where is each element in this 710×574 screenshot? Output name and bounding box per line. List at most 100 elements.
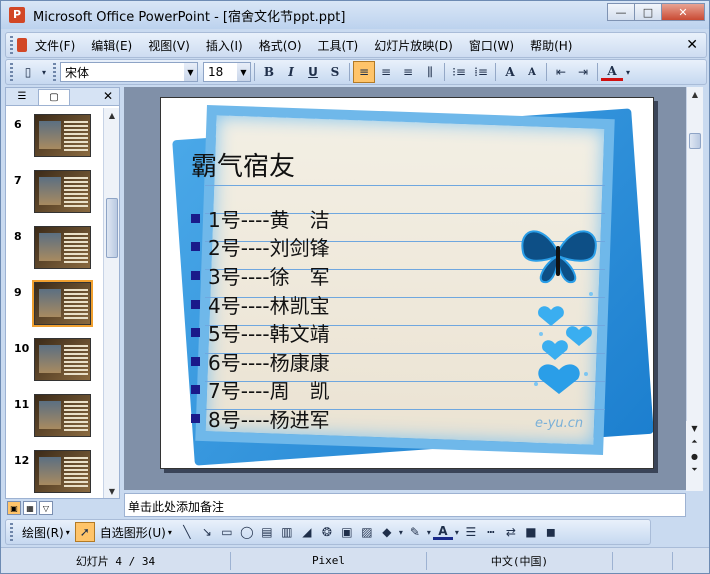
align-left-icon[interactable]: ≡ [353, 61, 375, 83]
slideshow-icon[interactable]: ▽ [39, 501, 53, 515]
autoshapes-button[interactable]: 自选图形(U) ▾ [95, 524, 177, 541]
select-browse-object-icon[interactable]: ● [686, 449, 703, 463]
oval-icon[interactable]: ◯ [237, 522, 257, 542]
document-icon[interactable] [17, 38, 27, 52]
chevron-down-icon[interactable]: ▾ [397, 522, 405, 542]
bullets-icon[interactable]: ⁞≡ [470, 61, 492, 83]
menu-tools[interactable]: 工具(T) [310, 37, 367, 54]
slide-thumbnail[interactable] [34, 114, 91, 157]
shrink-font-button[interactable]: A [521, 61, 543, 83]
thumbnail-item[interactable]: 11 [6, 394, 103, 444]
menu-edit[interactable]: 编辑(E) [83, 37, 140, 54]
align-right-icon[interactable]: ≡ [397, 61, 419, 83]
restore-button[interactable]: □ [634, 3, 662, 21]
notes-pane[interactable]: 单击此处添加备注 [124, 493, 686, 517]
arrow-style-icon[interactable]: ⇄ [501, 522, 521, 542]
new-file-icon[interactable]: ▯ [17, 61, 39, 83]
toolbar-grip[interactable] [10, 63, 13, 81]
tab-outline[interactable]: ☰ [6, 89, 38, 105]
line-icon[interactable]: ╲ [177, 522, 197, 542]
thumbnail-item[interactable]: 6 [6, 114, 103, 164]
menu-insert[interactable]: 插入(I) [198, 37, 251, 54]
slide-title[interactable]: 霸气宿友 [191, 146, 295, 183]
close-button[interactable]: ✕ [661, 3, 705, 21]
shadow-button[interactable]: S [324, 61, 346, 83]
normal-view-icon[interactable]: ▣ [7, 501, 21, 515]
chevron-down-icon[interactable]: ▾ [453, 522, 461, 542]
slide[interactable]: 霸气宿友 1号----黄 洁 2号----刘剑锋 3号----徐 军 4号---… [160, 97, 654, 469]
thumbnail-item[interactable]: 9 [6, 280, 103, 332]
align-center-icon[interactable]: ≡ [375, 61, 397, 83]
numbering-icon[interactable]: ⁝≡ [448, 61, 470, 83]
wordart-icon[interactable]: ◢ [297, 522, 317, 542]
font-name-combo[interactable]: 宋体 ▼ [60, 62, 198, 82]
fill-color-icon[interactable]: ◆ [377, 522, 397, 542]
dash-style-icon[interactable]: ┅ [481, 522, 501, 542]
slide-thumbnail[interactable] [34, 226, 91, 269]
close-icon[interactable]: ✕ [103, 89, 113, 103]
previous-slide-icon[interactable]: ⏶ [686, 435, 703, 449]
next-slide-icon[interactable]: ⏷ [686, 463, 703, 477]
line-color-icon[interactable]: ✎ [405, 522, 425, 542]
scroll-down-icon[interactable]: ▼ [686, 421, 703, 435]
bullet-list[interactable]: 1号----黄 洁 2号----刘剑锋 3号----徐 军 4号----林凯宝 … [191, 204, 330, 433]
select-objects-icon[interactable]: ➚ [74, 522, 95, 542]
menu-format[interactable]: 格式(O) [251, 37, 310, 54]
thumbnail-item[interactable]: 10 [6, 338, 103, 388]
grow-font-button[interactable]: A [499, 61, 521, 83]
scroll-down-icon[interactable]: ▼ [104, 484, 120, 498]
menu-window[interactable]: 窗口(W) [461, 37, 522, 54]
slide-thumbnail-selected[interactable] [32, 280, 93, 327]
slide-thumbnail[interactable] [34, 394, 91, 437]
picture-icon[interactable]: ▨ [357, 522, 377, 542]
slide-thumbnail[interactable] [34, 338, 91, 381]
menu-view[interactable]: 视图(V) [140, 37, 198, 54]
underline-button[interactable]: U [302, 61, 324, 83]
powerpoint-icon[interactable] [9, 7, 25, 23]
tab-slides[interactable]: ▢ [38, 88, 70, 105]
font-color-icon[interactable]: A [432, 524, 453, 540]
draw-menu-button[interactable]: 绘图(R) ▾ [17, 524, 75, 541]
slide-sorter-icon[interactable]: ▦ [23, 501, 37, 515]
minimize-button[interactable]: — [607, 3, 635, 21]
font-color-button[interactable]: A [601, 63, 623, 81]
vertical-textbox-icon[interactable]: ▥ [277, 522, 297, 542]
scroll-up-icon[interactable]: ▲ [104, 108, 120, 122]
chevron-down-icon[interactable]: ▼ [184, 63, 197, 81]
toolbar-grip[interactable] [10, 523, 13, 541]
diagram-icon[interactable]: ❂ [317, 522, 337, 542]
toolbar-grip-2[interactable] [53, 63, 56, 81]
slide-thumbnail[interactable] [34, 450, 91, 493]
scrollbar-thumb[interactable] [106, 198, 118, 258]
italic-button[interactable]: I [280, 61, 302, 83]
clipart-icon[interactable]: ▣ [337, 522, 357, 542]
font-size-combo[interactable]: 18 ▼ [203, 62, 251, 82]
thumbnail-item[interactable]: 7 [6, 170, 103, 220]
toolbar-options-icon[interactable]: ▾ [39, 61, 49, 83]
rectangle-icon[interactable]: ▭ [217, 522, 237, 542]
chevron-down-icon[interactable]: ▼ [237, 63, 250, 81]
decrease-indent-icon[interactable]: ⇤ [550, 61, 572, 83]
menu-help[interactable]: 帮助(H) [522, 37, 580, 54]
scroll-up-icon[interactable]: ▲ [687, 87, 703, 101]
thumbnail-scrollbar[interactable]: ▲ ▼ [103, 108, 119, 498]
thumbnail-item[interactable]: 8 [6, 226, 103, 276]
menu-slideshow[interactable]: 幻灯片放映(D) [366, 37, 461, 54]
scrollbar-thumb[interactable] [689, 133, 701, 149]
document-close-icon[interactable]: ✕ [686, 37, 698, 53]
menu-file[interactable]: 文件(F) [27, 37, 83, 54]
increase-indent-icon[interactable]: ⇥ [572, 61, 594, 83]
distribute-columns-icon[interactable]: ⫼ [419, 61, 441, 83]
chevron-down-icon[interactable]: ▾ [425, 522, 433, 542]
slide-scrollbar[interactable]: ▲ [686, 87, 703, 469]
textbox-icon[interactable]: ▤ [257, 522, 277, 542]
thumbnail-item[interactable]: 12 [6, 450, 103, 498]
slide-thumbnail[interactable] [34, 170, 91, 213]
shadow-style-icon[interactable]: ■ [521, 522, 541, 542]
3d-style-icon[interactable]: ◼ [541, 522, 561, 542]
line-style-icon[interactable]: ☰ [461, 522, 481, 542]
bold-button[interactable]: B [258, 61, 280, 83]
chevron-down-icon[interactable]: ▾ [623, 61, 633, 83]
menu-grip[interactable] [10, 36, 13, 54]
arrow-icon[interactable]: ↘ [197, 522, 217, 542]
